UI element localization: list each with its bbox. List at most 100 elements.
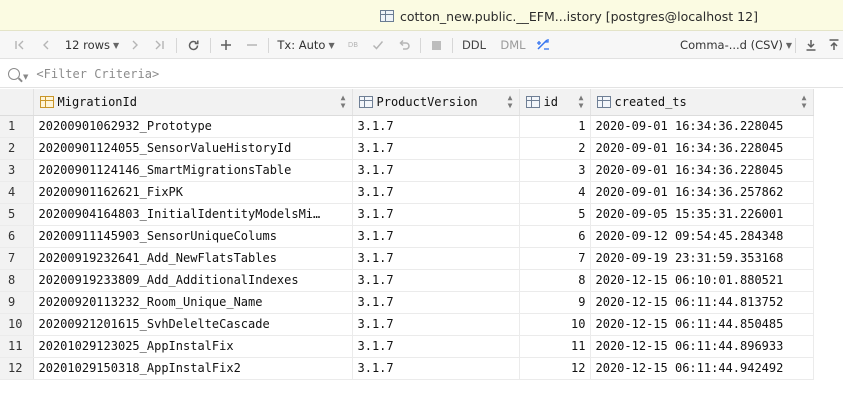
search-icon[interactable] [8,67,20,80]
cell-created-ts[interactable]: 2020-09-05 15:35:31.226001 [590,203,814,226]
cell-id[interactable]: 6 [519,225,591,248]
row-number[interactable]: 5 [0,203,34,226]
cell-created-ts[interactable]: 2020-09-01 16:34:36.228045 [590,137,814,160]
row-number[interactable]: 10 [0,313,34,336]
table-row[interactable]: 5 20200904164803_InitialIdentityModelsMi… [0,203,814,226]
cell-migrationid[interactable]: 20201029123025_AppInstalFix [33,335,353,358]
first-page-icon[interactable] [12,35,28,55]
cell-id[interactable]: 11 [519,335,591,358]
sort-icon[interactable]: ▲ ▼ [802,93,807,110]
table-row[interactable]: 1 20200901062932_Prototype 3.1.7 1 2020-… [0,115,814,138]
sort-icon[interactable]: ▲ ▼ [579,93,584,110]
cell-productversion[interactable]: 3.1.7 [352,115,520,138]
refresh-icon[interactable] [184,35,202,55]
cell-created-ts[interactable]: 2020-12-15 06:11:44.942492 [590,357,814,380]
cell-productversion[interactable]: 3.1.7 [352,159,520,182]
table-row[interactable]: 3 20200901124146_SmartMigrationsTable 3.… [0,159,814,182]
cell-migrationid[interactable]: 20200901062932_Prototype [33,115,353,138]
dml-button[interactable]: DML [500,35,526,55]
column-header-created-ts[interactable]: created_ts ▲ ▼ [590,89,814,116]
sort-icon[interactable]: ▲ ▼ [341,93,346,110]
cell-migrationid[interactable]: 20200919232641_Add_NewFlatsTables [33,247,353,270]
editor-tab[interactable]: cotton_new.public.__EFM...istory [postgr… [380,7,758,25]
cell-created-ts[interactable]: 2020-09-01 16:34:36.228045 [590,115,814,138]
cell-id[interactable]: 4 [519,181,591,204]
cell-id[interactable]: 5 [519,203,591,226]
cell-created-ts[interactable]: 2020-09-01 16:34:36.257862 [590,181,814,204]
cell-productversion[interactable]: 3.1.7 [352,181,520,204]
transaction-mode-select[interactable]: Tx: Auto ▼ [277,35,335,55]
table-row[interactable]: 10 20200921201615_SvhDelelteCascade 3.1.… [0,313,814,336]
import-upload-icon[interactable] [826,35,842,55]
table-row[interactable]: 6 20200911145903_SensorUniqueColums 3.1.… [0,225,814,248]
row-number[interactable]: 6 [0,225,34,248]
add-row-icon[interactable] [218,35,234,55]
cell-created-ts[interactable]: 2020-12-15 06:11:44.813752 [590,291,814,314]
last-page-icon[interactable] [151,35,167,55]
cell-migrationid[interactable]: 20200921201615_SvhDelelteCascade [33,313,353,336]
row-number[interactable]: 1 [0,115,34,138]
undo-icon[interactable] [396,35,412,55]
column-header-migrationid[interactable]: MigrationId ▲ ▼ [33,89,353,116]
column-header-productversion[interactable]: ProductVersion ▲ ▼ [352,89,520,116]
cell-migrationid[interactable]: 20200920113232_Room_Unique_Name [33,291,353,314]
cell-created-ts[interactable]: 2020-09-19 23:31:59.353168 [590,247,814,270]
cell-created-ts[interactable]: 2020-12-15 06:10:01.880521 [590,269,814,292]
filter-criteria-input[interactable]: <Filter Criteria> [36,67,159,81]
row-number[interactable]: 8 [0,269,34,292]
cell-migrationid[interactable]: 20200904164803_InitialIdentityModelsMi… [33,203,353,226]
cell-productversion[interactable]: 3.1.7 [352,335,520,358]
ddl-button[interactable]: DDL [461,35,487,55]
cell-migrationid[interactable]: 20200919233809_Add_AdditionalIndexes [33,269,353,292]
cell-productversion[interactable]: 3.1.7 [352,313,520,336]
delete-row-icon[interactable] [244,35,260,55]
table-row[interactable]: 4 20200901162621_FixPK 3.1.7 4 2020-09-0… [0,181,814,204]
row-number[interactable]: 3 [0,159,34,182]
row-number[interactable]: 4 [0,181,34,204]
next-page-icon[interactable] [127,35,143,55]
cell-created-ts[interactable]: 2020-12-15 06:11:44.896933 [590,335,814,358]
cell-productversion[interactable]: 3.1.7 [352,269,520,292]
cell-migrationid[interactable]: 20200901124055_SensorValueHistoryId [33,137,353,160]
row-number[interactable]: 7 [0,247,34,270]
cell-id[interactable]: 10 [519,313,591,336]
cell-id[interactable]: 12 [519,357,591,380]
cell-migrationid[interactable]: 20200911145903_SensorUniqueColums [33,225,353,248]
cell-id[interactable]: 1 [519,115,591,138]
cell-migrationid[interactable]: 20200901162621_FixPK [33,181,353,204]
row-number[interactable]: 9 [0,291,34,314]
row-number[interactable]: 2 [0,137,34,160]
commit-icon[interactable]: DB [344,35,362,55]
table-row[interactable]: 9 20200920113232_Room_Unique_Name 3.1.7 … [0,291,814,314]
cell-id[interactable]: 8 [519,269,591,292]
table-row[interactable]: 8 20200919233809_Add_AdditionalIndexes 3… [0,269,814,292]
cell-created-ts[interactable]: 2020-12-15 06:11:44.850485 [590,313,814,336]
table-row[interactable]: 11 20201029123025_AppInstalFix 3.1.7 11 … [0,335,814,358]
cell-migrationid[interactable]: 20200901124146_SmartMigrationsTable [33,159,353,182]
cell-productversion[interactable]: 3.1.7 [352,247,520,270]
filter-bar[interactable]: ▼ <Filter Criteria> [0,60,843,88]
cell-id[interactable]: 9 [519,291,591,314]
checkmark-icon[interactable] [370,35,386,55]
export-download-icon[interactable] [803,35,819,55]
cell-productversion[interactable]: 3.1.7 [352,137,520,160]
cell-migrationid[interactable]: 20201029150318_AppInstalFix2 [33,357,353,380]
row-number[interactable]: 11 [0,335,34,358]
cell-productversion[interactable]: 3.1.7 [352,357,520,380]
chevron-down-icon[interactable]: ▼ [23,73,28,81]
cell-id[interactable]: 7 [519,247,591,270]
table-row[interactable]: 7 20200919232641_Add_NewFlatsTables 3.1.… [0,247,814,270]
cell-created-ts[interactable]: 2020-09-12 09:54:45.284348 [590,225,814,248]
table-row[interactable]: 12 20201029150318_AppInstalFix2 3.1.7 12… [0,357,814,380]
cell-created-ts[interactable]: 2020-09-01 16:34:36.228045 [590,159,814,182]
row-number[interactable]: 12 [0,357,34,380]
compare-icon[interactable] [534,35,552,55]
table-row[interactable]: 2 20200901124055_SensorValueHistoryId 3.… [0,137,814,160]
cell-productversion[interactable]: 3.1.7 [352,203,520,226]
column-header-id[interactable]: id ▲ ▼ [519,89,591,116]
cell-productversion[interactable]: 3.1.7 [352,225,520,248]
sort-icon[interactable]: ▲ ▼ [508,93,513,110]
stop-icon[interactable] [428,35,444,55]
export-format-select[interactable]: Comma-...d (CSV) ▼ [680,35,792,55]
cell-id[interactable]: 3 [519,159,591,182]
